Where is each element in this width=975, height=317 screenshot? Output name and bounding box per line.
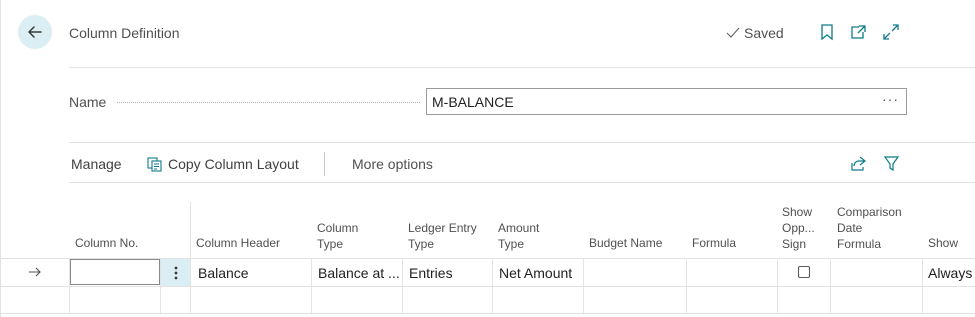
- page-title: Column Definition: [69, 25, 180, 41]
- header-ledger-entry-type-line1: Ledger Entry: [408, 221, 477, 235]
- row-selected-arrow-icon: [29, 267, 41, 277]
- toolbar-divider: [69, 182, 975, 183]
- bookmark-icon[interactable]: [818, 23, 836, 41]
- header-show[interactable]: Show: [928, 235, 958, 251]
- header-comparison-date-formula-line3: Formula: [837, 237, 882, 251]
- header-column-no[interactable]: Column No.: [75, 235, 138, 251]
- open-in-new-window-icon[interactable]: [849, 23, 867, 41]
- more-vertical-icon: [174, 266, 177, 279]
- grid-col-line: [777, 258, 778, 314]
- more-options-button[interactable]: More options: [352, 156, 433, 172]
- cell-column-type[interactable]: Balance at ...: [318, 265, 400, 281]
- copy-column-layout-button[interactable]: Copy Column Layout: [147, 156, 299, 172]
- header-comparison-date-formula-line2: Date: [837, 221, 863, 235]
- grid-row-line: [0, 286, 975, 287]
- grid-col-line: [686, 258, 687, 314]
- grid-row-line: [0, 313, 975, 314]
- grid-col-line: [583, 258, 584, 314]
- header-comparison-date-formula-line1: Comparison: [837, 205, 902, 219]
- row-actions-button[interactable]: [161, 259, 190, 286]
- grid-col-line: [492, 258, 493, 314]
- name-leader-dots: [117, 102, 420, 103]
- show-opp-sign-checkbox[interactable]: [798, 266, 810, 278]
- toolbar-separator: [324, 152, 325, 176]
- header-formula[interactable]: Formula: [692, 235, 736, 251]
- name-label: Name: [69, 94, 107, 110]
- grid-col-line: [190, 258, 191, 314]
- filter-icon[interactable]: [883, 155, 900, 172]
- header-comparison-date-formula[interactable]: Comparison Date Formula: [837, 204, 902, 252]
- cell-amount-type[interactable]: Net Amount: [499, 265, 572, 281]
- header-column-header[interactable]: Column Header: [196, 235, 280, 251]
- manage-menu[interactable]: Manage: [71, 156, 122, 172]
- header-column-type[interactable]: Column Type: [317, 220, 358, 252]
- arrow-left-icon: [28, 26, 42, 38]
- fields-divider: [69, 142, 975, 143]
- header-show-opp-sign-line2: Opp...: [782, 221, 815, 235]
- header-show-opp-sign-line3: Sign: [782, 237, 807, 251]
- name-more-button[interactable]: ···: [882, 91, 899, 107]
- header-show-opp-sign-line1: Show: [782, 205, 813, 219]
- cell-column-header[interactable]: Balance: [198, 265, 249, 281]
- header-amount-type-line1: Amount: [498, 221, 540, 235]
- header-amount-type[interactable]: Amount Type: [498, 220, 539, 252]
- header-ledger-entry-type-line2: Type: [408, 237, 435, 251]
- header-column-type-line1: Column: [317, 221, 359, 235]
- header-show-opp-sign[interactable]: Show Opp... Sign: [782, 204, 815, 252]
- copy-column-layout-label: Copy Column Layout: [168, 156, 299, 172]
- cell-show[interactable]: Always: [928, 265, 972, 281]
- column-no-input[interactable]: [70, 259, 160, 285]
- header-divider: [69, 67, 975, 68]
- header-amount-type-line2: Type: [498, 237, 525, 251]
- grid-col-line: [830, 258, 831, 314]
- share-icon[interactable]: [850, 155, 867, 172]
- checkmark-icon: [726, 27, 740, 38]
- grid-col-line: [922, 258, 923, 314]
- saved-label: Saved: [744, 25, 784, 41]
- name-value: M-BALANCE: [432, 94, 514, 110]
- name-input[interactable]: M-BALANCE ···: [426, 88, 907, 115]
- copy-icon: [147, 156, 162, 172]
- back-button[interactable]: [18, 15, 52, 49]
- header-ledger-entry-type[interactable]: Ledger Entry Type: [408, 220, 477, 252]
- expand-icon[interactable]: [882, 23, 900, 41]
- header-budget-name[interactable]: Budget Name: [589, 235, 662, 251]
- grid-col-line: [311, 258, 312, 314]
- cell-ledger-entry-type[interactable]: Entries: [409, 265, 453, 281]
- header-column-type-line2: Type: [317, 237, 344, 251]
- header-divider-vertical: [190, 202, 191, 258]
- saved-status: Saved: [726, 25, 784, 41]
- grid-col-line: [402, 258, 403, 314]
